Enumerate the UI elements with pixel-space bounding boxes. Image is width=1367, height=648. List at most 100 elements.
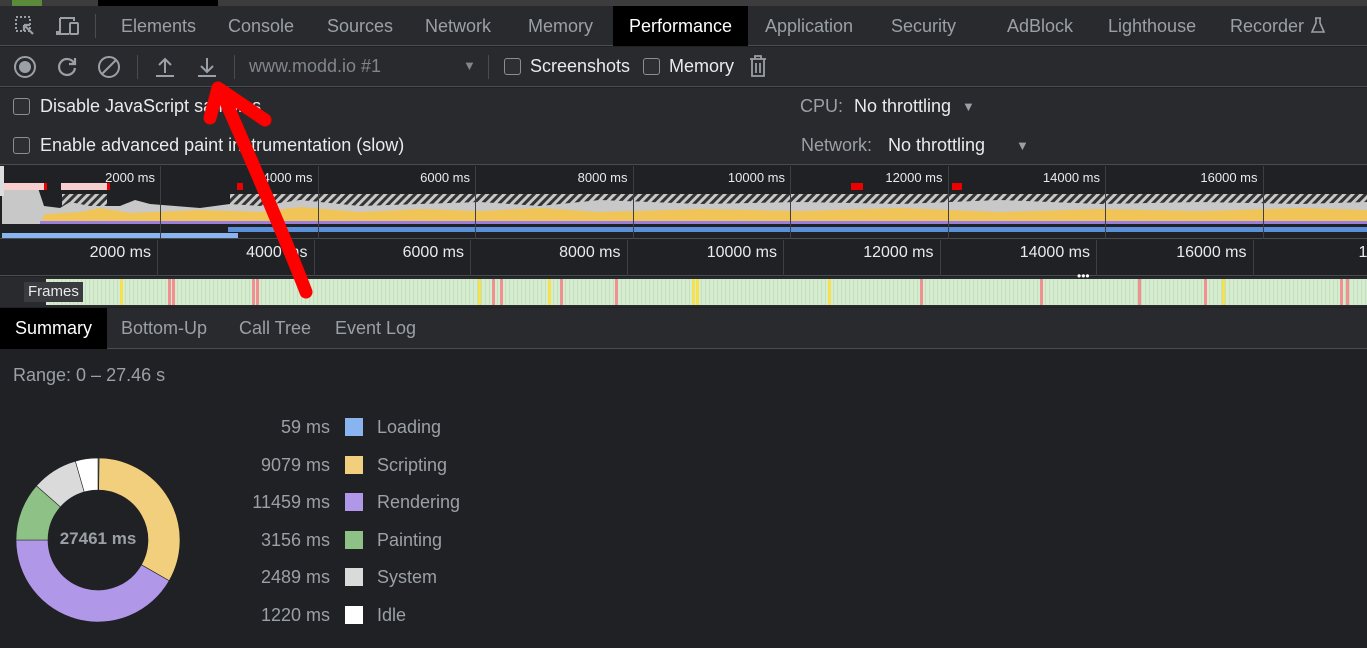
ruler-tick-label: 14000 ms [1019, 244, 1090, 261]
memory-label: Memory [669, 56, 735, 76]
cpu-throttling-select[interactable]: No throttling ▼ [854, 96, 984, 118]
legend-name: Scripting [377, 454, 448, 475]
selection-handle-left[interactable] [0, 166, 4, 196]
long-frame-marker [851, 183, 863, 190]
grid-line [157, 240, 158, 276]
long-frame-marker [952, 183, 962, 190]
device-toolbar-icon[interactable] [55, 15, 81, 42]
timeline-ruler: 2000 ms 4000 ms 6000 ms 8000 ms 10000 ms 1200… [0, 240, 1367, 276]
trash-icon[interactable] [748, 54, 768, 83]
chevron-down-icon: ▼ [1016, 138, 1029, 153]
tab-event-log[interactable]: Event Log [320, 308, 431, 349]
ruler-tick-label: 18000 [1358, 244, 1367, 261]
frame-marker [1340, 279, 1343, 305]
tab-elements[interactable]: Elements [105, 6, 212, 46]
long-frame-marker [2, 183, 46, 190]
tab-adblock[interactable]: AdBlock [991, 6, 1089, 46]
cpu-value: No throttling [854, 96, 952, 116]
legend-name: Painting [377, 529, 443, 550]
frame-marker [1346, 279, 1349, 305]
long-frame-marker-end [44, 183, 47, 190]
memory-checkbox[interactable] [643, 58, 660, 75]
legend-swatch [345, 606, 363, 624]
advanced-paint-checkbox[interactable] [13, 137, 30, 154]
divider [95, 14, 96, 38]
range-text: Range: 0 – 27.46 s [13, 365, 166, 385]
frame-marker [1040, 279, 1043, 305]
grid-line [1096, 240, 1097, 276]
cpu-label: CPU: [800, 96, 844, 116]
tab-memory[interactable]: Memory [512, 6, 609, 46]
overview-tick-label: 10000 ms [727, 170, 785, 185]
frame-marker [548, 279, 551, 305]
tab-recorder[interactable]: Recorder [1214, 6, 1343, 46]
ruler-tick-label: 8000 ms [559, 244, 621, 261]
tab-lighthouse[interactable]: Lighthouse [1092, 6, 1212, 46]
download-icon[interactable] [196, 55, 218, 84]
disable-js-samples-checkbox[interactable] [13, 98, 30, 115]
disable-js-samples-label: Disable JavaScript samples [40, 96, 262, 116]
details-tabs: Summary Bottom-Up Call Tree Event Log [0, 308, 1367, 349]
reload-icon[interactable] [55, 55, 79, 84]
tab-network[interactable]: Network [409, 6, 507, 46]
legend-row-idle: 1220 ms Idle [0, 605, 500, 627]
frames-bar [46, 279, 1367, 305]
legend-row-rendering: 11459 ms Rendering [0, 492, 500, 514]
tab-console[interactable]: Console [212, 6, 310, 46]
ruler-tick-label: 4000 ms [246, 244, 308, 261]
screenshots-checkbox[interactable] [504, 58, 521, 75]
clear-icon[interactable] [97, 55, 121, 84]
frame-marker [615, 279, 618, 305]
tab-sources[interactable]: Sources [311, 6, 409, 46]
grid-line [1262, 166, 1264, 239]
frames-label: Frames [24, 282, 83, 302]
target-value: www.modd.io #1 [249, 56, 382, 76]
legend-name: System [377, 567, 438, 588]
tab-security[interactable]: Security [875, 6, 972, 46]
overview-tick-label: 6000 ms [420, 170, 470, 185]
frame-marker [1138, 279, 1141, 305]
overview-tick-label: 12000 ms [885, 170, 943, 185]
chevron-down-icon: ▼ [463, 58, 476, 73]
legend-row-painting: 3156 ms Painting [0, 530, 500, 552]
grid-line [790, 166, 791, 239]
frame-marker [478, 279, 481, 305]
timeline-overview[interactable]: 2000 ms 4000 ms 6000 ms 8000 ms 10000 ms 1200… [0, 166, 1367, 239]
frame-marker [1222, 279, 1225, 305]
frames-track[interactable]: Frames ••• [0, 269, 1367, 307]
frame-marker [500, 279, 503, 305]
screenshots-label: Screenshots [530, 56, 631, 76]
legend-row-system: 2489 ms System [0, 567, 500, 589]
ruler-tick-label: 10000 ms [706, 244, 777, 261]
frame-marker [696, 279, 699, 305]
legend-value: 11459 ms [252, 492, 330, 513]
tab-performance[interactable]: Performance [613, 6, 748, 46]
frame-marker [172, 279, 175, 305]
network-bar [2, 233, 238, 238]
inspect-element-icon[interactable] [14, 15, 36, 42]
flask-icon [1309, 16, 1327, 36]
record-icon[interactable] [13, 55, 37, 84]
divider [488, 55, 489, 79]
grid-line [939, 240, 941, 276]
tab-recorder-label: Recorder [1230, 16, 1305, 36]
network-label: Network: [801, 135, 873, 155]
legend-name: Rendering [377, 492, 461, 513]
overview-tick-label: 16000 ms [1200, 170, 1258, 185]
capture-settings: Disable JavaScript samples Enable advanc… [0, 88, 1367, 165]
frame-marker [560, 279, 563, 305]
devtools-tab-bar: Elements Console Sources Network Memory … [0, 6, 1367, 46]
ruler-tick-label: 6000 ms [402, 244, 464, 261]
tab-bottom-up[interactable]: Bottom-Up [106, 308, 222, 349]
tab-call-tree[interactable]: Call Tree [224, 308, 326, 349]
more-icon[interactable]: ••• [1077, 269, 1090, 283]
tab-summary[interactable]: Summary [0, 308, 108, 349]
tab-application[interactable]: Application [749, 6, 869, 46]
legend-value: 3156 ms [260, 529, 330, 550]
upload-icon[interactable] [154, 55, 176, 84]
frame-marker [256, 279, 259, 305]
target-select[interactable]: www.modd.io #1 ▼ [249, 56, 479, 78]
overview-tick-label: 8000 ms [577, 170, 628, 185]
network-throttling-select[interactable]: No throttling ▼ [888, 135, 1033, 157]
network-bar [228, 227, 1367, 232]
